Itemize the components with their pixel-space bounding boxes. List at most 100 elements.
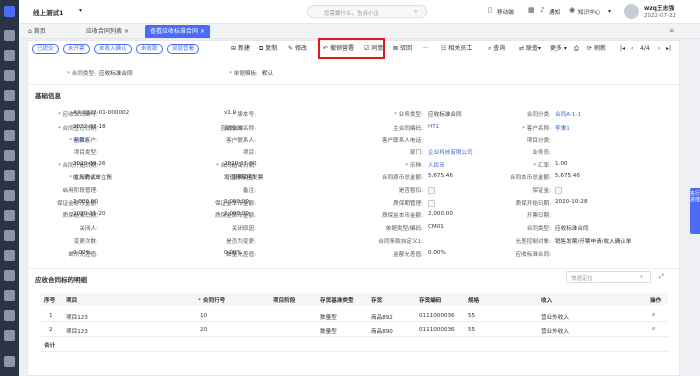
chevron-down-icon[interactable]: ▾ — [79, 7, 82, 14]
checkbox[interactable] — [555, 187, 562, 194]
execution-progress-button[interactable]: 执行进度 — [690, 188, 700, 234]
query-button[interactable]: ⌕ 查询 — [488, 43, 505, 54]
expand-icon[interactable] — [4, 356, 15, 367]
field-value[interactable]: HT1 — [428, 124, 439, 130]
field-value[interactable]: 李秉1 — [555, 124, 570, 132]
field-label: * 汇率: — [533, 163, 551, 169]
status-submitted-button[interactable]: 已提交 — [32, 44, 59, 54]
more-dots-button[interactable]: ··· — [423, 43, 429, 54]
cell-type: 数量型 — [320, 315, 337, 321]
chevron-down-icon: ▾ — [537, 45, 541, 52]
new-button[interactable]: ⊞ 新建 — [231, 43, 250, 54]
tabs-menu-icon[interactable]: ≡ — [669, 27, 674, 34]
doc-icon[interactable] — [4, 110, 15, 121]
cell-project[interactable]: 项目123 — [66, 313, 88, 321]
tab-label: 应收合同列表 — [86, 28, 123, 35]
attachment-icon[interactable]: ⌀ — [652, 326, 655, 332]
related-button[interactable]: ☷ 相关员工 — [441, 43, 472, 54]
home-icon[interactable] — [4, 30, 15, 41]
next-page-icon[interactable]: › — [658, 43, 660, 54]
prev-page-icon[interactable]: ‹ — [631, 43, 633, 54]
tab-home[interactable]: ⌂ 首页 — [23, 25, 51, 38]
close-icon[interactable]: × — [200, 28, 205, 35]
highlight-box — [318, 38, 385, 59]
copy-button[interactable]: ⧉ 复制 — [259, 43, 277, 54]
row-divider — [40, 351, 668, 352]
checkbox[interactable] — [428, 187, 435, 194]
report-icon[interactable] — [4, 270, 15, 281]
box-icon[interactable] — [4, 150, 15, 161]
plus-icon: ⊞ — [231, 45, 238, 52]
user-name[interactable]: wzq王志强 — [644, 3, 674, 12]
field-value: CM01 — [428, 224, 444, 230]
reject-button[interactable]: ⊠ 驳回 — [393, 43, 412, 54]
page-indicator: 4/4 — [640, 45, 650, 52]
divider — [28, 84, 679, 85]
cart-icon[interactable] — [4, 130, 15, 141]
chart-icon[interactable] — [4, 190, 15, 201]
field-label: 开票日期: — [526, 213, 551, 219]
status-unpaid-button[interactable]: 未收款 — [136, 44, 163, 54]
cell-seq: 2 — [49, 327, 53, 333]
search-icon: ⌕ — [640, 273, 644, 280]
more-button[interactable]: 更多 ▾ — [550, 43, 567, 54]
checkbox[interactable] — [428, 200, 435, 207]
refresh-icon: ⟳ — [587, 45, 594, 52]
tab-view-contract[interactable]: 查看应收标准合同 × — [145, 25, 210, 38]
field-label: 应收标准合同: — [515, 252, 551, 258]
reject-icon: ⊠ — [393, 45, 400, 52]
field-value[interactable]: 李秉1 — [73, 136, 88, 144]
edit-button[interactable]: ✎ 修改 — [288, 43, 307, 54]
field-value[interactable]: 人民币 — [428, 161, 445, 169]
expand-icon[interactable]: ⤢ — [659, 273, 664, 281]
col-inv-code: 存货编码 — [419, 298, 442, 304]
grid-menu-icon[interactable]: ▦ — [528, 6, 535, 14]
truck-icon[interactable] — [4, 170, 15, 181]
cell-inv-code: 0111000036 — [419, 327, 455, 333]
user-icon[interactable] — [4, 90, 15, 101]
knowledge-link[interactable]: 知识中心 — [578, 8, 600, 16]
status-unconfirmed-button[interactable]: 未收入确认 — [94, 44, 132, 54]
print-icon[interactable]: ⎙ — [574, 43, 579, 54]
main-content — [27, 40, 680, 376]
money-icon[interactable] — [4, 210, 15, 221]
layers-icon[interactable] — [4, 70, 15, 81]
tab-receivable-list[interactable]: 应收合同列表 × — [81, 25, 134, 38]
field-label: 主合同编码: — [393, 126, 423, 132]
status-uninvoiced-button[interactable]: 未开票 — [63, 44, 90, 54]
status-double-button[interactable]: 双层营署 — [167, 44, 200, 54]
link-button[interactable]: ⇄ 联查▾ — [519, 43, 541, 54]
search-icon[interactable] — [4, 310, 15, 321]
mobile-link[interactable]: 移动端 — [497, 8, 514, 16]
last-page-icon[interactable]: ▸| — [666, 43, 671, 54]
notify-link[interactable]: 通知 — [549, 8, 560, 16]
settings-icon[interactable] — [4, 230, 15, 241]
link-icon: ⇄ — [519, 45, 526, 52]
cell-inventory[interactable]: 商品892 — [371, 313, 393, 321]
first-page-icon[interactable]: |◂ — [620, 43, 625, 54]
search-bar[interactable]: 您需要什么，告诉小企 ⌕ — [307, 5, 427, 18]
chevron-down-icon[interactable]: ▾ — [608, 8, 611, 15]
col-inventory: 存货 — [371, 298, 383, 304]
link-label: 联查 — [525, 45, 538, 52]
app-logo-icon — [4, 6, 15, 17]
refresh-button[interactable]: ⟳ 刷新 — [587, 43, 606, 54]
field-label: 变更次数: — [73, 239, 98, 245]
field-value[interactable]: 企业科技有限公司 — [428, 148, 473, 156]
calendar-icon[interactable] — [4, 250, 15, 261]
cell-project[interactable]: 项目123 — [66, 327, 88, 335]
avatar[interactable] — [624, 4, 639, 19]
field-value[interactable]: 合同A-1-1 — [555, 110, 581, 118]
col-seq: 序号 — [44, 298, 56, 304]
field-label: 是否为变更: — [226, 239, 256, 245]
cell-inventory[interactable]: 商品890 — [371, 327, 393, 335]
field-label: * 币种: — [405, 163, 423, 169]
field-value: 应收标准合同 — [428, 112, 462, 118]
locate-input[interactable]: 快速定位 ⌕ — [566, 271, 651, 283]
attachment-icon[interactable]: ⌀ — [652, 312, 655, 318]
cell-seq: 1 — [49, 313, 53, 319]
close-icon[interactable]: × — [124, 28, 129, 35]
tools-icon[interactable] — [4, 290, 15, 301]
grid-icon[interactable] — [4, 50, 15, 61]
help-icon[interactable] — [4, 330, 15, 341]
